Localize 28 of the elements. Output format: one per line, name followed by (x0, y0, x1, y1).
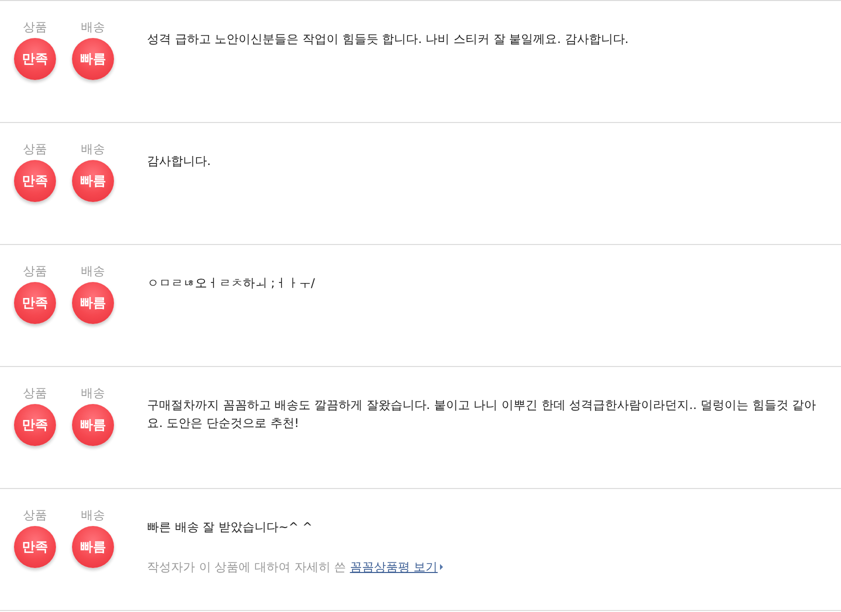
rating-label: 상품 (23, 386, 47, 401)
rating-label: 상품 (23, 264, 47, 279)
rating-badge: 만족 (14, 404, 56, 446)
review-text: 구매절차까지 꼼꼼하고 배송도 깔끔하게 잘왔습니다. 붙이고 나니 이뿌긴 한데 성격급한사람이라던지.. 덜렁이는 힘들것 같아요. 도안은 단순것으로 추천! (147, 397, 818, 432)
rating-badge: 만족 (14, 38, 56, 80)
rating-badge: 빠름 (72, 404, 114, 446)
review-text: 감사합니다. (147, 153, 212, 170)
review-text: 성격 급하고 노안이신분들은 작업이 힘들듯 합니다. 나비 스티커 잘 붙일께요. 감사합니다. (147, 31, 630, 48)
rating-label: 배송 (81, 142, 105, 157)
rating-label: 상품 (23, 508, 47, 523)
caret-icon (440, 564, 443, 570)
rating-badge: 만족 (14, 160, 56, 202)
rating-badge: 빠름 (72, 38, 114, 80)
review-text: ㅇㅁㄹㄶ오ㅓㄹㅊ하ㅚ ;ㅓㅏㅜ/ (147, 275, 316, 292)
rating-badge: 빠름 (72, 526, 114, 568)
rating-label: 배송 (81, 386, 105, 401)
rating-badge: 빠름 (72, 160, 114, 202)
rating-badge: 만족 (14, 526, 56, 568)
review-text: 빠른 배송 잘 받았습니다~^ ^ (147, 519, 314, 536)
rating-badge: 빠름 (72, 282, 114, 324)
detail-review-link[interactable]: 꼼꼼상품평 보기 (350, 560, 443, 574)
rating-label: 상품 (23, 20, 47, 35)
rating-label: 배송 (81, 264, 105, 279)
rating-label: 상품 (23, 142, 47, 157)
rating-badge: 만족 (14, 282, 56, 324)
review-note: 작성자가 이 상품에 대하여 자세히 쓴 꼼꼼상품평 보기 (147, 558, 831, 576)
rating-label: 배송 (81, 508, 105, 523)
rating-label: 배송 (81, 20, 105, 35)
